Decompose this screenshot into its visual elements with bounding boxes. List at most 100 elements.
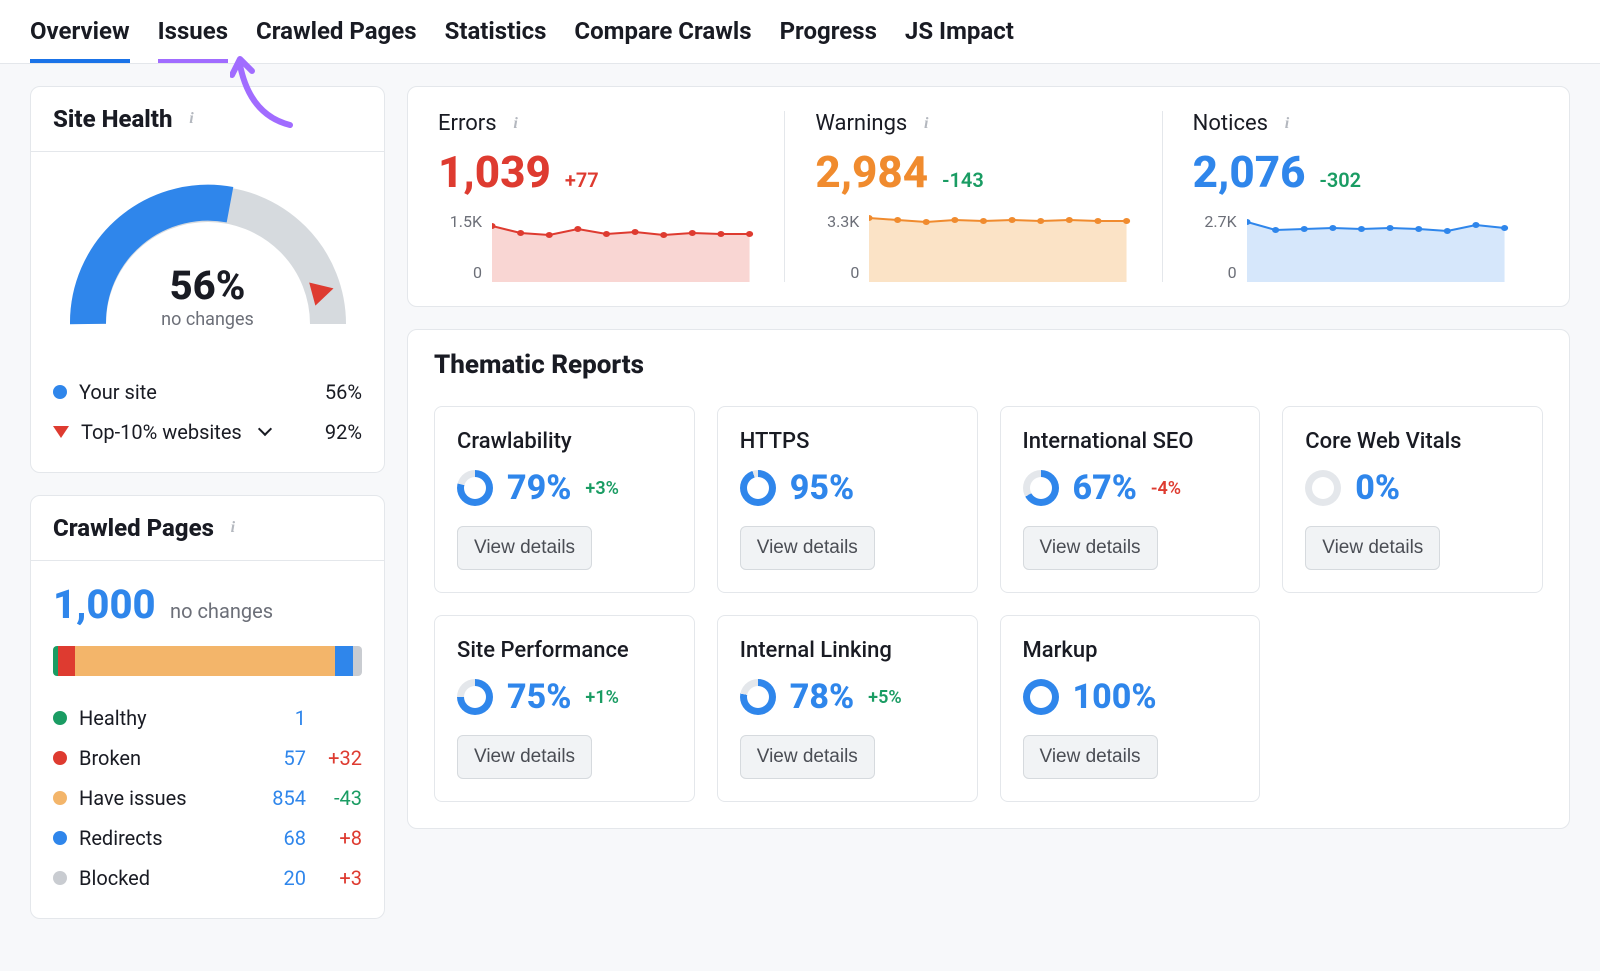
- notices-sparkline: [1247, 212, 1509, 282]
- metric-errors-title: Errors: [438, 111, 497, 136]
- tab-issues[interactable]: Issues: [158, 1, 228, 63]
- donut-icon: [1305, 470, 1341, 506]
- tab-compare-crawls[interactable]: Compare Crawls: [574, 1, 751, 63]
- metrics-card: Errorsi 1,039 +77 1.5K0 Warningsi: [407, 86, 1570, 307]
- breakdown-issues-delta: -43: [306, 786, 362, 810]
- info-icon[interactable]: i: [507, 115, 525, 133]
- crawled-pages-bar: [53, 646, 362, 676]
- metric-notices-ymin: 0: [1193, 263, 1237, 282]
- breakdown-healthy-count[interactable]: 1: [250, 706, 306, 730]
- report-perf-title: Site Performance: [457, 638, 672, 663]
- tab-progress[interactable]: Progress: [780, 1, 877, 63]
- breakdown-blocked-label: Blocked: [79, 866, 150, 890]
- metric-notices-ymax: 2.7K: [1193, 212, 1237, 231]
- metric-errors[interactable]: Errorsi 1,039 +77 1.5K0: [438, 111, 784, 282]
- legend-top10-value: 92%: [325, 420, 362, 444]
- legend-dot-icon: [53, 871, 67, 885]
- metric-warnings-ymax: 3.3K: [815, 212, 859, 231]
- site-health-sub: no changes: [161, 309, 254, 330]
- legend-dot-icon: [53, 751, 67, 765]
- report-https-pct: 95%: [790, 468, 854, 508]
- metric-notices-value: 2,076: [1193, 146, 1306, 198]
- report-crawlability-title: Crawlability: [457, 429, 672, 454]
- donut-icon: [1023, 679, 1059, 715]
- metric-notices-delta: -302: [1320, 168, 1362, 192]
- report-crawlability: Crawlability 79% +3% View details: [434, 406, 695, 593]
- report-crawlability-pct: 79%: [507, 468, 571, 508]
- breakdown-healthy-label: Healthy: [79, 706, 147, 730]
- breakdown-redirects-delta: +8: [306, 826, 362, 850]
- metric-errors-delta: +77: [565, 168, 599, 192]
- donut-icon: [740, 679, 776, 715]
- report-perf-delta: +1%: [585, 687, 618, 708]
- site-health-title: Site Health: [53, 105, 172, 133]
- donut-icon: [1023, 470, 1059, 506]
- tab-overview[interactable]: Overview: [30, 1, 130, 63]
- view-details-button[interactable]: View details: [740, 735, 875, 779]
- metric-warnings[interactable]: Warningsi 2,984 -143 3.3K0: [784, 111, 1161, 282]
- report-intl-title: International SEO: [1023, 429, 1238, 454]
- legend-top10-row[interactable]: Top-10% websites 92%: [53, 412, 362, 452]
- site-health-gauge: 56% no changes: [58, 174, 358, 334]
- breakdown-redirects-count[interactable]: 68: [250, 826, 306, 850]
- info-icon[interactable]: i: [224, 519, 242, 537]
- legend-dot-icon: [53, 711, 67, 725]
- tab-js-impact[interactable]: JS Impact: [905, 1, 1014, 63]
- info-icon[interactable]: i: [1278, 115, 1296, 133]
- report-https-title: HTTPS: [740, 429, 955, 454]
- legend-dot-icon: [53, 385, 67, 399]
- metric-errors-ymin: 0: [438, 263, 482, 282]
- report-site-performance: Site Performance 75% +1% View details: [434, 615, 695, 802]
- info-icon[interactable]: i: [917, 115, 935, 133]
- report-linking-pct: 78%: [790, 677, 854, 717]
- donut-icon: [457, 470, 493, 506]
- breakdown-issues-count[interactable]: 854: [250, 786, 306, 810]
- metric-warnings-delta: -143: [942, 168, 984, 192]
- report-https: HTTPS 95% View details: [717, 406, 978, 593]
- view-details-button[interactable]: View details: [1023, 735, 1158, 779]
- crawled-pages-title: Crawled Pages: [53, 514, 214, 542]
- report-core-web-vitals: Core Web Vitals 0% View details: [1282, 406, 1543, 593]
- report-intl-pct: 67%: [1073, 468, 1137, 508]
- breakdown-blocked-delta: +3: [306, 866, 362, 890]
- report-internal-linking: Internal Linking 78% +5% View details: [717, 615, 978, 802]
- report-linking-delta: +5%: [868, 687, 901, 708]
- breakdown-blocked-count[interactable]: 20: [250, 866, 306, 890]
- legend-your-site-label: Your site: [79, 380, 157, 404]
- report-linking-title: Internal Linking: [740, 638, 955, 663]
- errors-sparkline: [492, 212, 754, 282]
- view-details-button[interactable]: View details: [1305, 526, 1440, 570]
- report-intl-delta: -4%: [1151, 478, 1181, 499]
- crawled-pages-card: Crawled Pages i 1,000 no changes He: [30, 495, 385, 919]
- breakdown-broken-label: Broken: [79, 746, 141, 770]
- crawled-pages-count: 1,000: [53, 581, 156, 628]
- metric-warnings-value: 2,984: [815, 146, 928, 198]
- report-markup-pct: 100%: [1073, 677, 1157, 717]
- report-markup-title: Markup: [1023, 638, 1238, 663]
- breakdown-broken-count[interactable]: 57: [250, 746, 306, 770]
- tab-crawled-pages[interactable]: Crawled Pages: [256, 1, 417, 63]
- thematic-reports-card: Thematic Reports Crawlability 79% +3% Vi…: [407, 329, 1570, 829]
- chevron-down-icon: [258, 422, 272, 436]
- info-icon[interactable]: i: [182, 110, 200, 128]
- site-health-card: Site Health i 56%: [30, 86, 385, 473]
- metric-errors-ymax: 1.5K: [438, 212, 482, 231]
- metric-warnings-title: Warnings: [815, 111, 907, 136]
- legend-your-site-value: 56%: [325, 380, 362, 404]
- report-perf-pct: 75%: [507, 677, 571, 717]
- site-health-percent: 56%: [161, 262, 254, 309]
- metric-notices-title: Notices: [1193, 111, 1268, 136]
- view-details-button[interactable]: View details: [457, 735, 592, 779]
- triangle-down-icon: [53, 426, 69, 438]
- view-details-button[interactable]: View details: [457, 526, 592, 570]
- breakdown-redirects-label: Redirects: [79, 826, 163, 850]
- metric-notices[interactable]: Notices i 2,076 -302 2.7K 0: [1162, 111, 1539, 282]
- view-details-button[interactable]: View details: [1023, 526, 1158, 570]
- donut-icon: [457, 679, 493, 715]
- report-crawlability-delta: +3%: [585, 478, 618, 499]
- report-cwv-title: Core Web Vitals: [1305, 429, 1520, 454]
- report-international-seo: International SEO 67% -4% View details: [1000, 406, 1261, 593]
- view-details-button[interactable]: View details: [740, 526, 875, 570]
- tab-statistics[interactable]: Statistics: [445, 1, 547, 63]
- breakdown-issues-label: Have issues: [79, 786, 187, 810]
